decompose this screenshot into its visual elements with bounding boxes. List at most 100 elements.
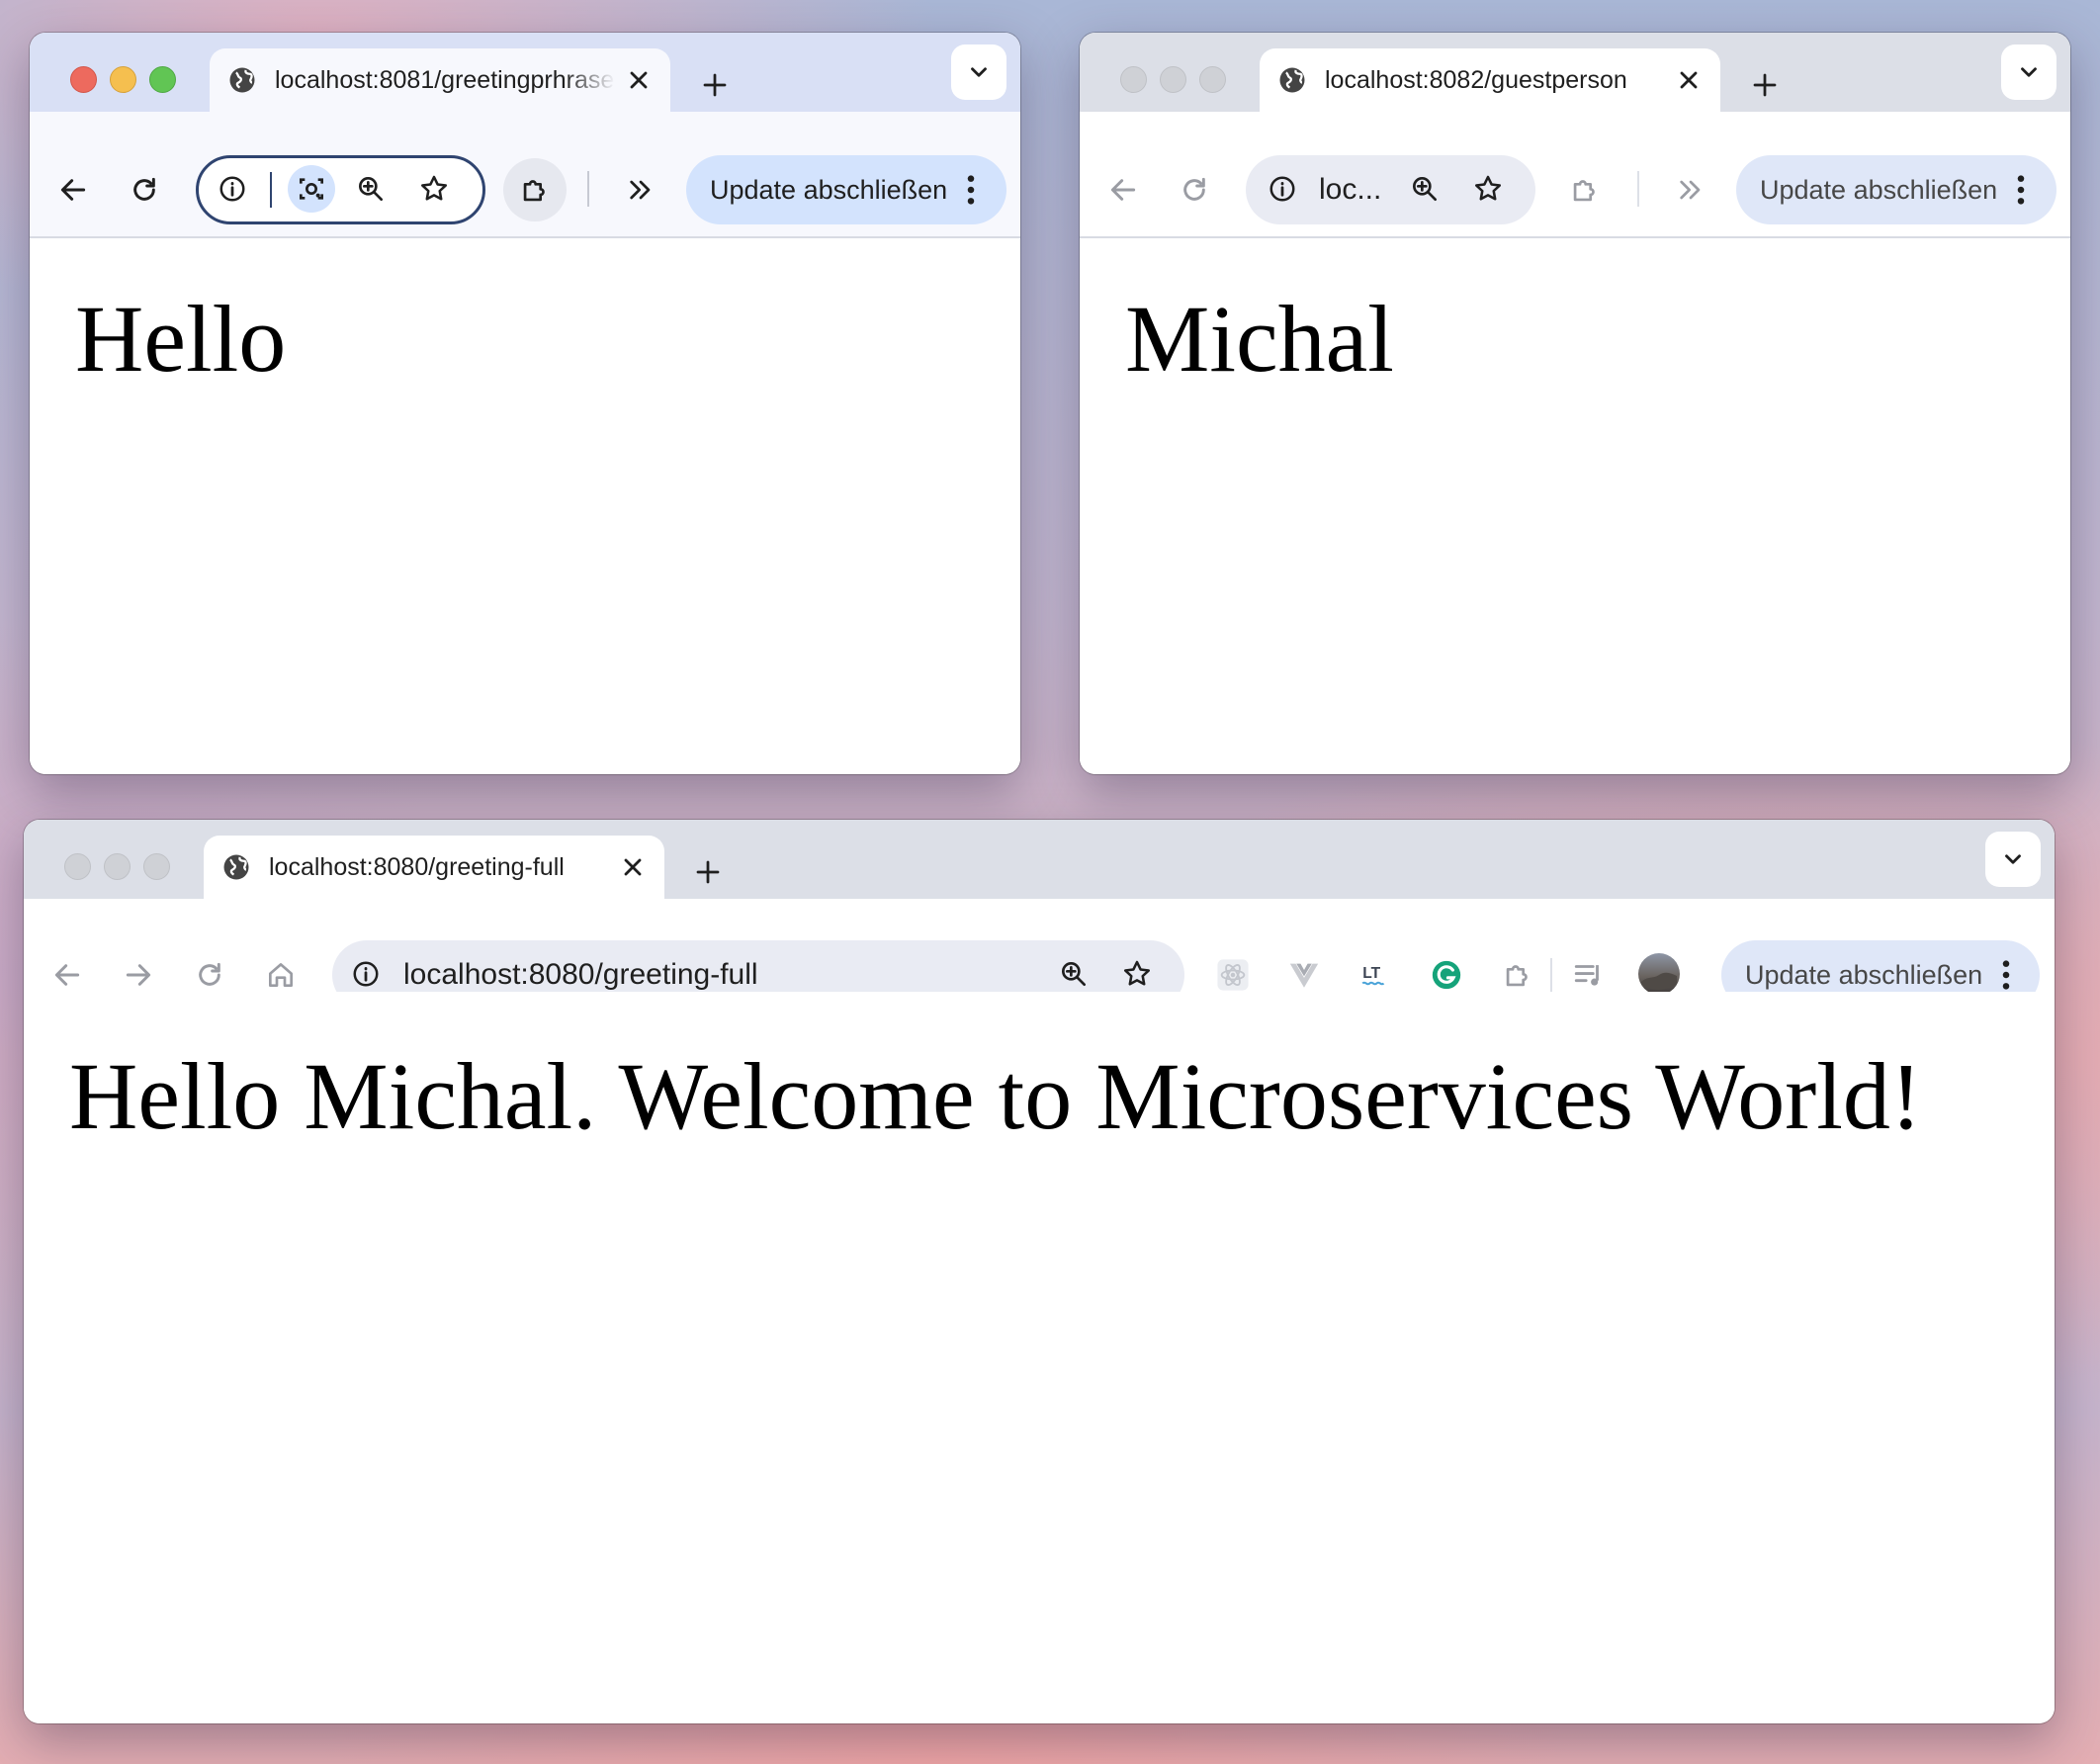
media-playlist-icon [1574,965,1599,986]
browser-window-greeting-full: localhost:8080/greeting-full localhost:8… [24,820,2055,1723]
toolbar-separator [1550,958,1552,994]
toolbar: Update abschließen [30,112,1020,238]
react-atom-icon [1217,959,1249,991]
globe-icon [227,65,257,95]
zoom-window-button[interactable] [143,853,170,880]
close-window-button[interactable] [1120,66,1147,93]
back-button[interactable] [47,955,87,995]
bookmark-button[interactable] [414,169,454,209]
home-button[interactable] [261,955,301,995]
zoom-button[interactable] [1405,169,1444,209]
new-tab-icon[interactable] [693,857,723,887]
camera-lens-icon [300,178,323,200]
chevron-down-icon [2021,67,2037,77]
globe-icon [1277,65,1307,95]
react-devtools-extension[interactable] [1213,955,1253,995]
svg-text:LT: LT [1362,965,1380,982]
arrow-left-icon [1110,179,1136,201]
bookmark-button[interactable] [1117,954,1157,994]
tab-greeting-phrase[interactable]: localhost:8081/greetingprhrase [210,48,670,112]
address-bar[interactable] [196,155,485,224]
page-heading: Hello Michal. Welcome to Microservices W… [69,1043,1922,1149]
tab-search-button[interactable] [951,44,1006,100]
zoom-button[interactable] [1054,954,1094,994]
address-bar[interactable]: loc... [1246,155,1535,224]
extensions-button[interactable] [1565,170,1605,210]
grammarly-extension[interactable] [1427,955,1466,995]
tab-search-button[interactable] [1985,832,2041,887]
puzzle-icon [1573,180,1595,202]
zoom-window-button[interactable] [149,66,176,93]
reload-icon [1183,177,1205,201]
extensions-button[interactable] [503,158,567,221]
zoom-in-icon [1062,962,1086,986]
toolbar-separator [1637,171,1639,207]
star-icon [1124,960,1150,986]
close-tab-icon[interactable] [619,853,647,881]
more-menu-icon[interactable] [965,173,977,207]
more-menu-icon[interactable] [2000,958,2012,992]
url-text: localhost:8080/greeting-full [403,958,758,991]
page-content: Hello [30,238,1020,774]
media-controls-button[interactable] [1569,955,1609,995]
star-icon [1475,175,1501,201]
languagetool-extension[interactable]: LT [1356,955,1395,995]
update-button-label: Update abschließen [710,174,948,205]
site-info-icon[interactable] [346,954,386,994]
reload-icon [133,177,155,201]
profile-avatar[interactable] [1635,950,1683,998]
chevron-down-icon [971,67,987,77]
toolbar: loc... Update abschließen [1080,112,2070,238]
globe-icon [221,852,251,882]
update-button[interactable]: Update abschließen [686,155,1006,224]
minimize-window-button[interactable] [104,853,131,880]
overflow-extensions-button[interactable] [1671,170,1710,210]
extensions-button[interactable] [1498,955,1537,995]
close-window-button[interactable] [70,66,97,93]
zoom-in-icon [359,177,383,201]
zoom-window-button[interactable] [1199,66,1226,93]
new-tab-icon[interactable] [700,70,730,100]
tab-guest-person[interactable]: localhost:8082/guestperson [1260,48,1720,112]
tab-search-button[interactable] [2001,44,2056,100]
update-button[interactable]: Update abschließen [1736,155,2056,224]
minimize-window-button[interactable] [1160,66,1186,93]
puzzle-icon [1506,965,1528,987]
overflow-extensions-button[interactable] [621,170,660,210]
back-button[interactable] [1103,170,1143,210]
browser-window-greeting-phrase: localhost:8081/greetingprhrase Update ab… [30,33,1020,774]
reload-button[interactable] [1175,170,1214,210]
close-tab-icon[interactable] [1675,66,1703,94]
tab-strip: localhost:8080/greeting-full [24,820,2055,899]
minimize-window-button[interactable] [110,66,136,93]
tab-title: localhost:8080/greeting-full [269,852,565,881]
page-heading: Hello [75,286,287,392]
page-content: Michal [1080,238,2070,774]
update-button-label: Update abschließen [1760,174,1998,205]
lens-button[interactable] [288,165,335,213]
reload-button[interactable] [125,170,164,210]
more-menu-icon[interactable] [2015,173,2027,207]
vue-logo-icon [1289,963,1319,988]
zoom-button[interactable] [351,169,391,209]
omnibox-divider [270,172,272,208]
bookmark-button[interactable] [1468,169,1508,209]
double-chevron-right-icon [630,180,651,200]
toolbar-separator [587,171,589,207]
vue-devtools-extension[interactable] [1284,955,1324,995]
back-button[interactable] [53,170,93,210]
site-info-icon[interactable] [1263,169,1302,209]
url-text: loc... [1319,173,1382,206]
forward-button[interactable] [119,955,158,995]
close-tab-icon[interactable] [625,66,653,94]
reload-button[interactable] [190,955,229,995]
browser-window-guest-person: localhost:8082/guestperson loc... Update… [1080,33,2070,774]
star-icon [421,175,447,201]
home-icon [269,963,293,987]
new-tab-icon[interactable] [1750,70,1780,100]
site-info-icon[interactable] [213,169,252,209]
tab-greeting-full[interactable]: localhost:8080/greeting-full [204,836,664,899]
update-button-label: Update abschließen [1745,959,1983,990]
close-window-button[interactable] [64,853,91,880]
reload-icon [199,962,220,986]
